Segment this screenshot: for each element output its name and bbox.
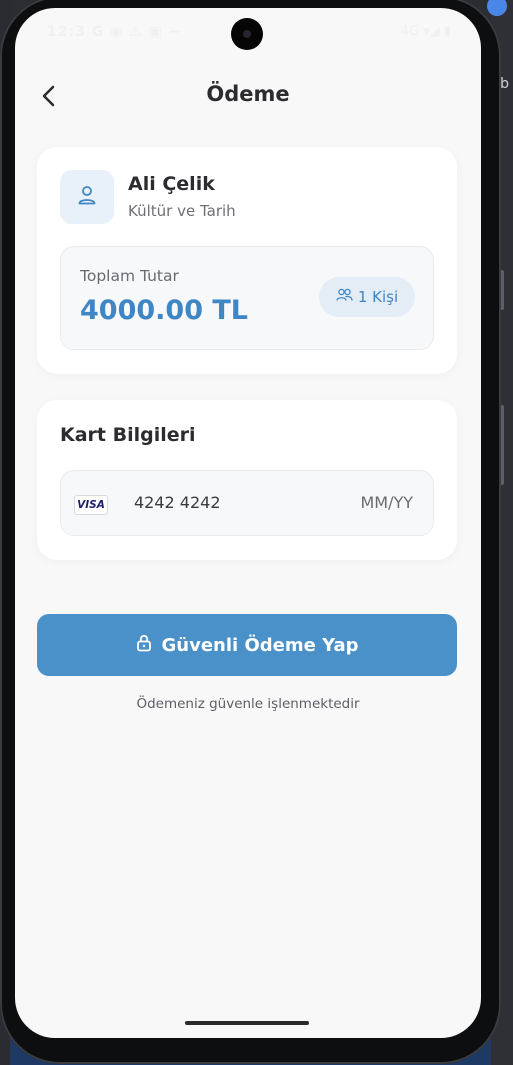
users-icon — [336, 288, 353, 306]
user-name: Ali Çelik — [128, 173, 215, 195]
people-count-badge: 1 Kişi — [319, 277, 415, 317]
card-input-row: VISA — [60, 470, 434, 536]
card-info-card: Kart Bilgileri VISA — [37, 400, 457, 560]
expiry-input[interactable] — [333, 493, 413, 512]
secure-pay-button[interactable]: Güvenli Ödeme Yap — [37, 614, 457, 676]
user-icon — [75, 183, 99, 211]
total-label: Toplam Tutar — [80, 267, 179, 285]
user-category: Kültür ve Tarih — [128, 202, 236, 220]
people-count: 1 Kişi — [357, 288, 399, 306]
total-summary: Toplam Tutar 4000.00 TL 1 Kişi — [60, 246, 434, 350]
card-number-input[interactable] — [134, 493, 314, 512]
lock-icon — [136, 634, 152, 657]
visa-logo: VISA — [74, 495, 108, 515]
total-amount: 4000.00 TL — [80, 295, 248, 326]
avatar — [60, 170, 114, 224]
pay-button-label: Güvenli Ödeme Yap — [161, 634, 359, 656]
home-indicator[interactable] — [185, 1021, 309, 1025]
status-bar-right: 4G ▾◢ ▮ — [400, 24, 451, 39]
phone-frame: 12:3 G ◉ ⚠ ▣ ~ 4G ▾◢ ▮ Ödeme Ali Çelik K… — [0, 0, 501, 1064]
card-info-title: Kart Bilgileri — [60, 424, 196, 446]
profile-avatar[interactable] — [487, 0, 507, 16]
desktop-edge-text: b — [500, 76, 509, 92]
page-title: Ödeme — [206, 82, 290, 106]
status-bar-left: 12:3 G ◉ ⚠ ▣ ~ — [47, 24, 182, 40]
app-screen: 12:3 G ◉ ⚠ ▣ ~ 4G ▾◢ ▮ Ödeme Ali Çelik K… — [15, 8, 481, 1038]
secure-payment-note: Ödemeniz güvenle işlenmektedir — [136, 696, 360, 712]
header: Ödeme — [15, 78, 481, 118]
status-bar: 12:3 G ◉ ⚠ ▣ ~ 4G ▾◢ ▮ — [15, 8, 481, 58]
user-summary-card: Ali Çelik Kültür ve Tarih Toplam Tutar 4… — [37, 147, 457, 374]
front-camera — [231, 18, 263, 50]
